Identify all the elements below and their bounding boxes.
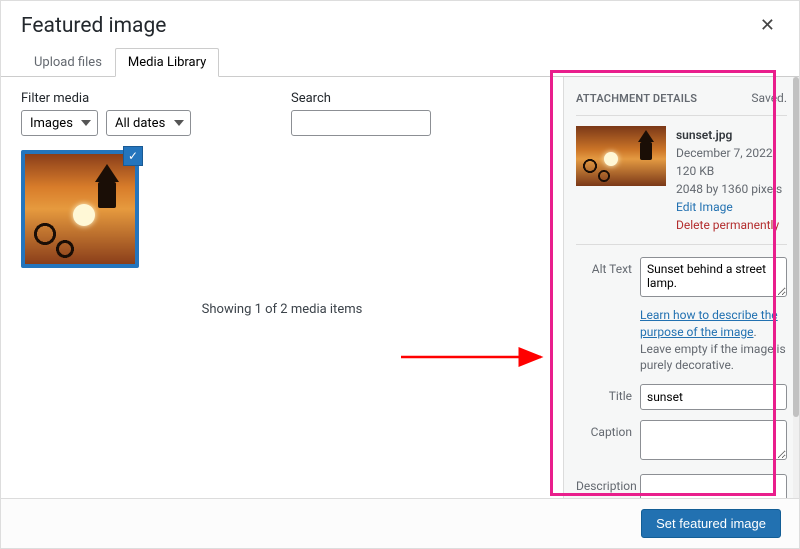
tabs: Upload files Media Library (1, 40, 799, 77)
filter-date-select[interactable]: All dates (106, 110, 191, 136)
media-status-text: Showing 1 of 2 media items (21, 302, 543, 317)
modal-header: Featured image ✕ (1, 1, 799, 40)
attachment-meta: sunset.jpg December 7, 2022 120 KB 2048 … (676, 126, 782, 234)
media-main-area: Filter media Images All dates Search (1, 77, 563, 505)
filter-type-select[interactable]: Images (21, 110, 98, 136)
search-label: Search (291, 91, 431, 106)
scrollbar[interactable] (793, 77, 799, 505)
attachment-dimensions: 2048 by 1360 pixels (676, 180, 782, 198)
close-icon[interactable]: ✕ (756, 11, 779, 40)
saved-indicator: Saved. (751, 91, 787, 105)
title-label: Title (576, 384, 640, 403)
search-input[interactable] (291, 110, 431, 136)
media-thumbnail-selected[interactable]: ✓ (21, 150, 139, 268)
attachment-filename: sunset.jpg (676, 126, 782, 144)
modal-title: Featured image (21, 14, 166, 38)
delete-permanently-link[interactable]: Delete permanently (676, 216, 782, 234)
edit-image-link[interactable]: Edit Image (676, 198, 782, 216)
caption-label: Caption (576, 420, 640, 439)
title-field[interactable] (640, 384, 787, 410)
thumbnail-image (25, 154, 135, 264)
modal-footer: Set featured image (1, 498, 799, 548)
alt-text-help: Learn how to describe the purpose of the… (640, 307, 787, 374)
check-icon[interactable]: ✓ (123, 146, 143, 166)
attachment-sidebar: ATTACHMENT DETAILS Saved. sunset.jpg Dec… (563, 77, 799, 505)
description-label: Description (576, 474, 640, 493)
attachment-date: December 7, 2022 (676, 144, 782, 162)
attachment-size: 120 KB (676, 162, 782, 180)
caption-field[interactable] (640, 420, 787, 460)
attachment-details-heading: ATTACHMENT DETAILS (576, 92, 697, 105)
set-featured-image-button[interactable]: Set featured image (641, 509, 781, 538)
attachment-thumbnail (576, 126, 666, 186)
alt-text-label: Alt Text (576, 257, 640, 276)
filter-media-label: Filter media (21, 91, 191, 106)
alt-text-help-link[interactable]: Learn how to describe the purpose of the… (640, 308, 778, 339)
tab-upload-files[interactable]: Upload files (21, 48, 115, 77)
alt-text-field[interactable]: Sunset behind a street lamp. (640, 257, 787, 297)
tab-media-library[interactable]: Media Library (115, 48, 219, 77)
